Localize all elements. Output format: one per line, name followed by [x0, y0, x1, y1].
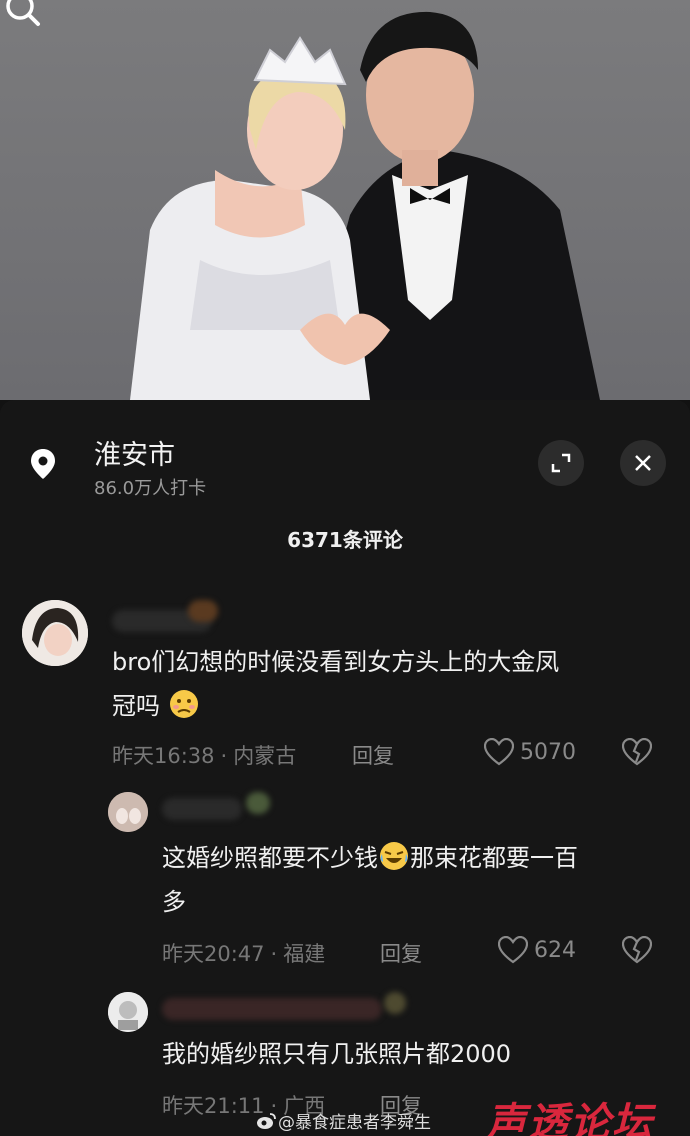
avatar[interactable]: [22, 600, 88, 666]
avatar[interactable]: [108, 992, 148, 1032]
dislike-icon[interactable]: [622, 936, 652, 964]
username-redacted: [162, 798, 242, 820]
wedding-photo: [0, 0, 690, 400]
expand-icon: [551, 453, 571, 473]
like-button[interactable]: 624: [498, 936, 576, 964]
avatar-image: [108, 992, 148, 1032]
close-icon: [635, 455, 651, 471]
close-button[interactable]: [620, 440, 666, 486]
avatar[interactable]: [108, 792, 148, 832]
search-icon[interactable]: [0, 0, 44, 28]
weibo-icon: [257, 1113, 276, 1129]
username-redacted: [162, 998, 382, 1020]
like-count: 624: [534, 937, 576, 963]
laugh-cry-emoji-icon: [380, 842, 408, 870]
reply-button[interactable]: 回复: [352, 740, 394, 770]
user-badge: [188, 600, 218, 622]
like-button[interactable]: 5070: [484, 738, 576, 766]
avatar-image: [22, 600, 88, 666]
location-title[interactable]: 淮安市: [94, 433, 175, 472]
watermark-logo: 声透论坛: [486, 1099, 654, 1136]
comment-count: 6371条评论: [287, 528, 403, 552]
wedding-photo-illustration: [130, 11, 600, 400]
reply-button[interactable]: 回复: [380, 938, 422, 968]
user-badge: [384, 992, 406, 1014]
location-pin-icon: [31, 449, 55, 479]
heart-icon: [498, 936, 528, 964]
avatar-image: [108, 792, 148, 832]
user-badge: [246, 792, 270, 814]
comment-text: 这婚纱照都要不少钱 那束花都要一百 多: [162, 836, 672, 924]
comment-panel: 淮安市 86.0万人打卡 6371条评论 bro们幻想的时候没看到女方头上的大金…: [0, 400, 690, 1136]
expand-button[interactable]: [538, 440, 584, 486]
location-checkins: 86.0万人打卡: [94, 478, 207, 499]
watermark-username: @暴食症患者李舜生: [278, 1113, 431, 1133]
heart-icon: [484, 738, 514, 766]
comment-text: 我的婚纱照只有几张照片都2000: [162, 1040, 512, 1068]
like-count: 5070: [520, 739, 576, 765]
comment-meta: 昨天16:38 · 内蒙古: [112, 744, 297, 768]
dislike-icon[interactable]: [622, 738, 652, 766]
comment-text: bro们幻想的时候没看到女方头上的大金凤 冠吗: [112, 648, 560, 720]
shy-emoji-icon: [169, 690, 198, 718]
comment-meta: 昨天20:47 · 福建: [162, 942, 326, 966]
